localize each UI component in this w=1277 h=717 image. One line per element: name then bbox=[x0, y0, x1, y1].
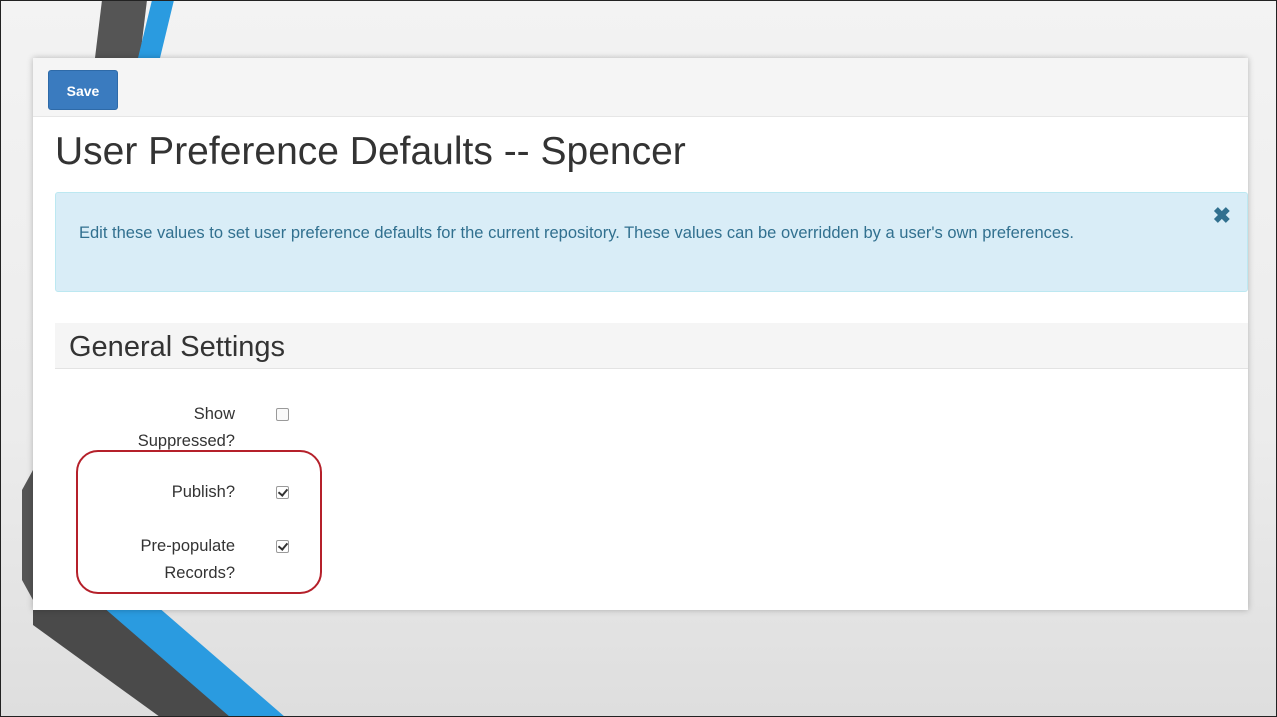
field-label-line: Publish? bbox=[171, 483, 235, 501]
page-title: User Preference Defaults -- Spencer bbox=[55, 130, 686, 173]
field-label-line: Show bbox=[193, 405, 235, 423]
field-label-publish: Publish? bbox=[55, 479, 235, 506]
field-label-line: Records? bbox=[164, 564, 235, 582]
field-label-show-suppressed: Show Suppressed? bbox=[55, 401, 235, 455]
info-alert: Edit these values to set user preference… bbox=[55, 192, 1248, 292]
section-header: General Settings bbox=[55, 323, 1248, 369]
field-row-show-suppressed: Show Suppressed? bbox=[55, 401, 355, 457]
field-label-line: Pre-populate bbox=[140, 537, 235, 555]
field-row-prepopulate-records: Pre-populate Records? bbox=[55, 533, 355, 589]
show-suppressed-checkbox[interactable] bbox=[276, 408, 289, 421]
close-icon[interactable]: ✖ bbox=[1213, 203, 1231, 229]
app-screenshot: Save User Preference Defaults -- Spencer… bbox=[33, 58, 1248, 610]
save-button[interactable]: Save bbox=[48, 70, 118, 110]
publish-checkbox[interactable] bbox=[276, 486, 289, 499]
section-title: General Settings bbox=[69, 331, 286, 363]
field-label-prepopulate-records: Pre-populate Records? bbox=[55, 533, 235, 587]
toolbar: Save bbox=[33, 58, 1248, 117]
alert-message: Edit these values to set user preference… bbox=[79, 224, 1074, 242]
prepopulate-records-checkbox[interactable] bbox=[276, 540, 289, 553]
field-row-publish: Publish? bbox=[55, 479, 355, 507]
field-label-line: Suppressed? bbox=[137, 432, 235, 450]
